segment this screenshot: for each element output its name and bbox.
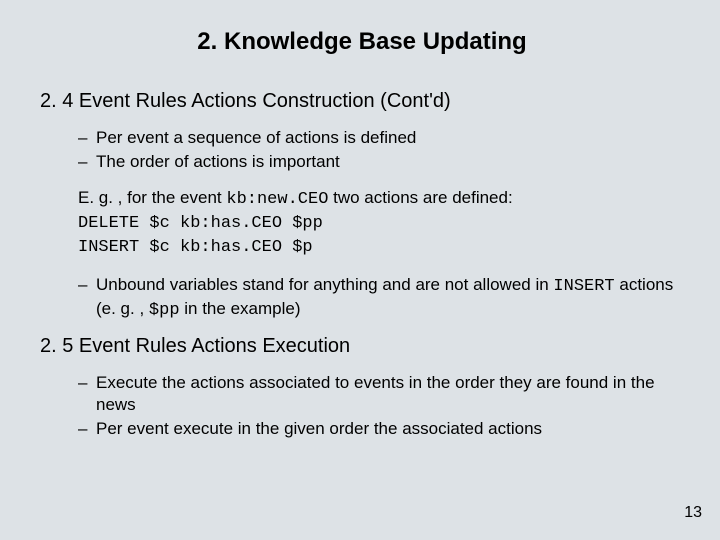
list-item: Unbound variables stand for anything and… [78, 274, 684, 322]
list-item: Per event a sequence of actions is defin… [78, 127, 684, 149]
code: INSERT [553, 277, 614, 296]
section-2-5-heading: 2. 5 Event Rules Actions Execution [40, 335, 684, 358]
example-lead-a: E. g. , for the event [78, 188, 226, 207]
section-2-5-bullets: Execute the actions associated to events… [78, 372, 684, 439]
section-2-4-bullets-a: Per event a sequence of actions is defin… [78, 127, 684, 173]
text: Unbound variables stand for anything and… [96, 275, 553, 294]
example-block: E. g. , for the event kb:new.CEO two act… [78, 187, 684, 260]
list-item: Per event execute in the given order the… [78, 418, 684, 440]
example-line-1: DELETE $c kb:has.CEO $pp [78, 214, 323, 233]
section-2-4-bullets-b: Unbound variables stand for anything and… [78, 274, 684, 322]
list-item: The order of actions is important [78, 151, 684, 173]
section-2-4-heading: 2. 4 Event Rules Actions Construction (C… [40, 90, 684, 113]
example-lead-b: two actions are defined: [328, 188, 512, 207]
example-line-2: INSERT $c kb:has.CEO $p [78, 238, 313, 257]
page-number: 13 [684, 504, 702, 522]
code: $pp [149, 301, 180, 320]
slide: 2. Knowledge Base Updating 2. 4 Event Ru… [0, 0, 720, 474]
example-lead-code: kb:new.CEO [226, 190, 328, 209]
slide-title: 2. Knowledge Base Updating [40, 28, 684, 56]
text: in the example) [180, 299, 301, 318]
list-item: Execute the actions associated to events… [78, 372, 684, 416]
